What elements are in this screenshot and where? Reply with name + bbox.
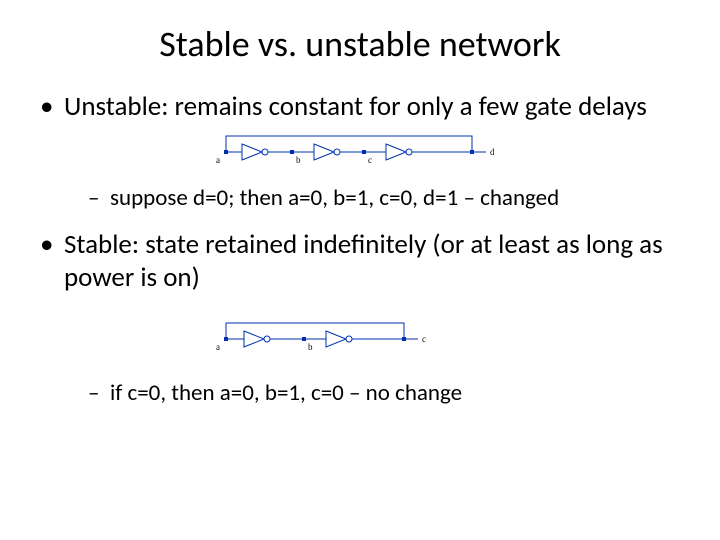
label-d: d <box>490 147 495 157</box>
label2-c: c <box>422 334 426 344</box>
circuit-unstable: a b c <box>214 130 504 174</box>
figure-unstable: a b c <box>214 130 680 174</box>
slide-title: Stable vs. unstable network <box>40 22 680 66</box>
sub-unstable: suppose d=0; then a=0, b=1, c=0, d=1 – c… <box>64 184 680 214</box>
sub-stable: if c=0, then a=0, b=1, c=0 – no change <box>64 379 680 409</box>
circuit-stable: a b <box>214 317 444 361</box>
figure-stable: a b <box>214 317 680 361</box>
bullet-stable-text: Stable: state retained indefinitely (or … <box>64 228 663 295</box>
label-b: b <box>296 155 301 165</box>
sub-list-stable: if c=0, then a=0, b=1, c=0 – no change <box>64 379 680 409</box>
slide: Stable vs. unstable network Unstable: re… <box>0 0 720 540</box>
bullet-list: Unstable: remains constant for only a fe… <box>40 90 680 409</box>
label-c: c <box>368 155 372 165</box>
sub-list-unstable: suppose d=0; then a=0, b=1, c=0, d=1 – c… <box>64 184 680 214</box>
bullet-unstable: Unstable: remains constant for only a fe… <box>40 90 680 214</box>
label2-a: a <box>216 342 220 352</box>
label2-b: b <box>308 342 313 352</box>
label-a: a <box>216 155 220 165</box>
bullet-unstable-text: Unstable: remains constant for only a fe… <box>64 90 647 123</box>
bullet-stable: Stable: state retained indefinitely (or … <box>40 228 680 409</box>
